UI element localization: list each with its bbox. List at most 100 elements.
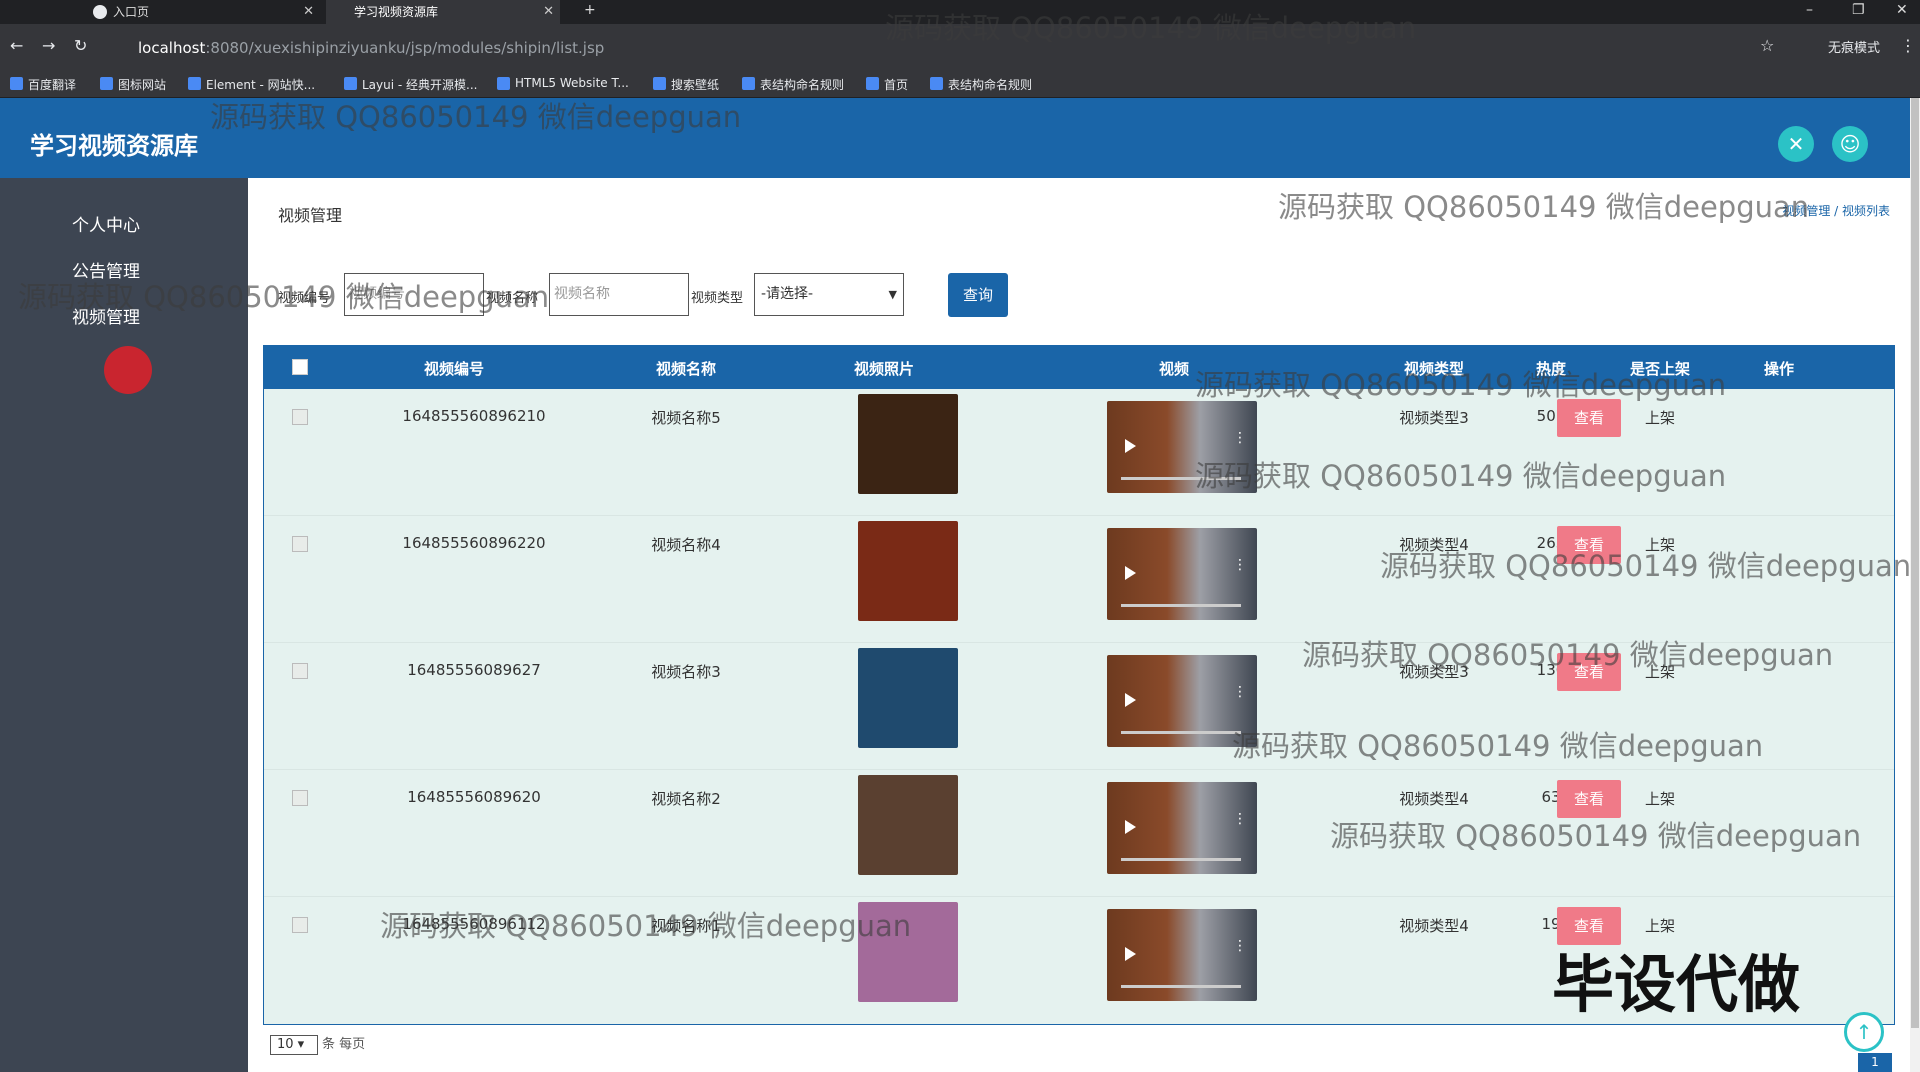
col-header-name: 视频名称	[655, 360, 716, 378]
cell-name: 视频名称2	[651, 790, 721, 808]
pagination: 10 ▾ 条 每页	[270, 1033, 365, 1055]
url-host: localhost	[138, 39, 206, 57]
bookmark-item[interactable]: Layui - 经典开源模...	[344, 76, 477, 93]
watermark: 源码获取 QQ86050149 微信deepguan	[1302, 638, 1834, 672]
watermark: 源码获取 QQ86050149 微信deepguan	[1380, 549, 1912, 583]
url-path: :8080/xuexishipinziyuanku/jsp/modules/sh…	[205, 39, 605, 57]
watermark: 源码获取 QQ86050149 微信deepguan	[1195, 368, 1727, 402]
watermark: 源码获取 QQ86050149 微信deepguan	[380, 909, 912, 943]
minimize-icon[interactable]: –	[1806, 0, 1813, 20]
more-icon[interactable]: ⋮	[1233, 431, 1247, 445]
browser-tab-entry[interactable]: 入口页 ✕	[85, 0, 320, 24]
video-photo	[858, 775, 958, 875]
play-icon[interactable]	[1125, 566, 1136, 580]
cell-status: 上架	[1644, 409, 1675, 427]
more-icon[interactable]: ⋮	[1233, 558, 1247, 572]
cell-code: 16485556089627	[407, 661, 541, 679]
page-title: 视频管理	[278, 206, 343, 225]
video-photo	[858, 648, 958, 748]
cursor-highlight	[104, 346, 152, 394]
page-size-suffix: 条 每页	[322, 1037, 366, 1052]
menu-icon[interactable]: ⋮	[1900, 36, 1916, 55]
watermark: 源码获取 QQ86050149 微信deepguan	[1232, 729, 1764, 763]
back-to-top-icon[interactable]: ↑	[1844, 1012, 1884, 1052]
close-window-icon[interactable]: ✕	[1896, 0, 1908, 20]
more-icon[interactable]: ⋮	[1233, 685, 1247, 699]
cell-type: 视频类型4	[1399, 917, 1469, 935]
bookmark-item[interactable]: Element - 网站快...	[188, 76, 315, 93]
progress-bar[interactable]	[1121, 858, 1241, 861]
sidebar-item-personal[interactable]: 个人中心	[72, 211, 140, 236]
more-icon[interactable]: ⋮	[1233, 812, 1247, 826]
search-type-label: 视频类型	[691, 291, 744, 306]
watermark: 源码获取 QQ86050149 微信deepguan	[210, 100, 742, 134]
watermark: 源码获取 QQ86050149 微信deepguan	[1278, 190, 1810, 224]
progress-bar[interactable]	[1121, 985, 1241, 988]
back-icon[interactable]: ←	[10, 36, 23, 55]
progress-bar[interactable]	[1121, 604, 1241, 607]
star-icon[interactable]: ☆	[1760, 36, 1774, 55]
incognito-label[interactable]: 无痕模式	[1828, 37, 1880, 56]
bookmark-item[interactable]: 百度翻译	[10, 76, 76, 93]
select-value: -请选择-	[761, 286, 814, 302]
user-avatar-icon[interactable]: ☺	[1832, 126, 1868, 162]
col-header-action: 操作	[1763, 360, 1794, 378]
scrollbar[interactable]	[1910, 98, 1920, 1072]
play-icon[interactable]	[1125, 947, 1136, 961]
cell-status: 上架	[1644, 790, 1675, 808]
bookmark-item[interactable]: 表结构命名规则	[930, 76, 1032, 93]
select-all-checkbox[interactable]	[292, 359, 308, 375]
close-tab-icon[interactable]: ✕	[543, 0, 554, 24]
cell-type: 视频类型4	[1399, 790, 1469, 808]
more-icon[interactable]: ⋮	[1233, 939, 1247, 953]
cell-type: 视频类型3	[1399, 409, 1469, 427]
watermark: 源码获取 QQ86050149 微信deepguan	[1195, 459, 1727, 493]
app-title: 学习视频资源库	[30, 132, 198, 160]
watermark: 源码获取 QQ86050149 微信deepguan	[18, 280, 550, 314]
page-size-select[interactable]: 10 ▾	[270, 1035, 318, 1055]
search-type-select[interactable]: -请选择- ▼	[754, 273, 904, 316]
tab-label: 学习视频资源库	[354, 5, 439, 19]
play-icon[interactable]	[1125, 439, 1136, 453]
search-name-input[interactable]: 视频名称	[549, 273, 689, 316]
new-tab-icon[interactable]: +	[584, 0, 596, 20]
col-header-photo: 视频照片	[853, 360, 914, 378]
bookmark-item[interactable]: HTML5 Website T...	[497, 76, 629, 90]
video-photo	[858, 394, 958, 494]
cell-code: 164855560896210	[402, 407, 546, 425]
forward-icon[interactable]: →	[42, 36, 55, 55]
cell-code: 16485556089620	[407, 788, 541, 806]
watermark: 源码获取 QQ86050149 微信deepguan	[885, 11, 1417, 45]
bookmark-item[interactable]: 表结构命名规则	[742, 76, 844, 93]
col-header-code: 视频编号	[423, 360, 484, 378]
view-button[interactable]: 查看	[1557, 399, 1621, 437]
bookmark-item[interactable]: 图标网站	[100, 76, 166, 93]
row-checkbox[interactable]	[292, 536, 308, 552]
fullscreen-icon[interactable]: ✕	[1778, 126, 1814, 162]
video-player[interactable]: ⋮	[1107, 782, 1257, 874]
restore-icon[interactable]: ❐	[1852, 0, 1865, 20]
video-player[interactable]: ⋮	[1107, 528, 1257, 620]
reload-icon[interactable]: ↻	[74, 36, 87, 55]
cell-name: 视频名称3	[651, 663, 721, 681]
current-page-number[interactable]: 1	[1858, 1053, 1892, 1072]
browser-tab-active[interactable]: 学习视频资源库 ✕	[326, 0, 560, 24]
row-checkbox[interactable]	[292, 663, 308, 679]
scrollbar-thumb[interactable]	[1911, 98, 1919, 1028]
globe-icon	[93, 5, 107, 19]
bookmark-item[interactable]: 搜索壁纸	[653, 76, 719, 93]
cell-name: 视频名称4	[651, 536, 721, 554]
bookmark-item[interactable]: 首页	[866, 76, 908, 93]
watermark: 源码获取 QQ86050149 微信deepguan	[1330, 819, 1862, 853]
video-player[interactable]: ⋮	[1107, 909, 1257, 1001]
play-icon[interactable]	[1125, 693, 1136, 707]
close-tab-icon[interactable]: ✕	[303, 0, 314, 24]
row-checkbox[interactable]	[292, 790, 308, 806]
cell-status: 上架	[1644, 917, 1675, 935]
row-checkbox[interactable]	[292, 409, 308, 425]
search-button[interactable]: 查询	[948, 273, 1008, 317]
row-checkbox[interactable]	[292, 917, 308, 933]
play-icon[interactable]	[1125, 820, 1136, 834]
progress-bar[interactable]	[1121, 731, 1241, 734]
tab-label: 入口页	[113, 5, 150, 19]
